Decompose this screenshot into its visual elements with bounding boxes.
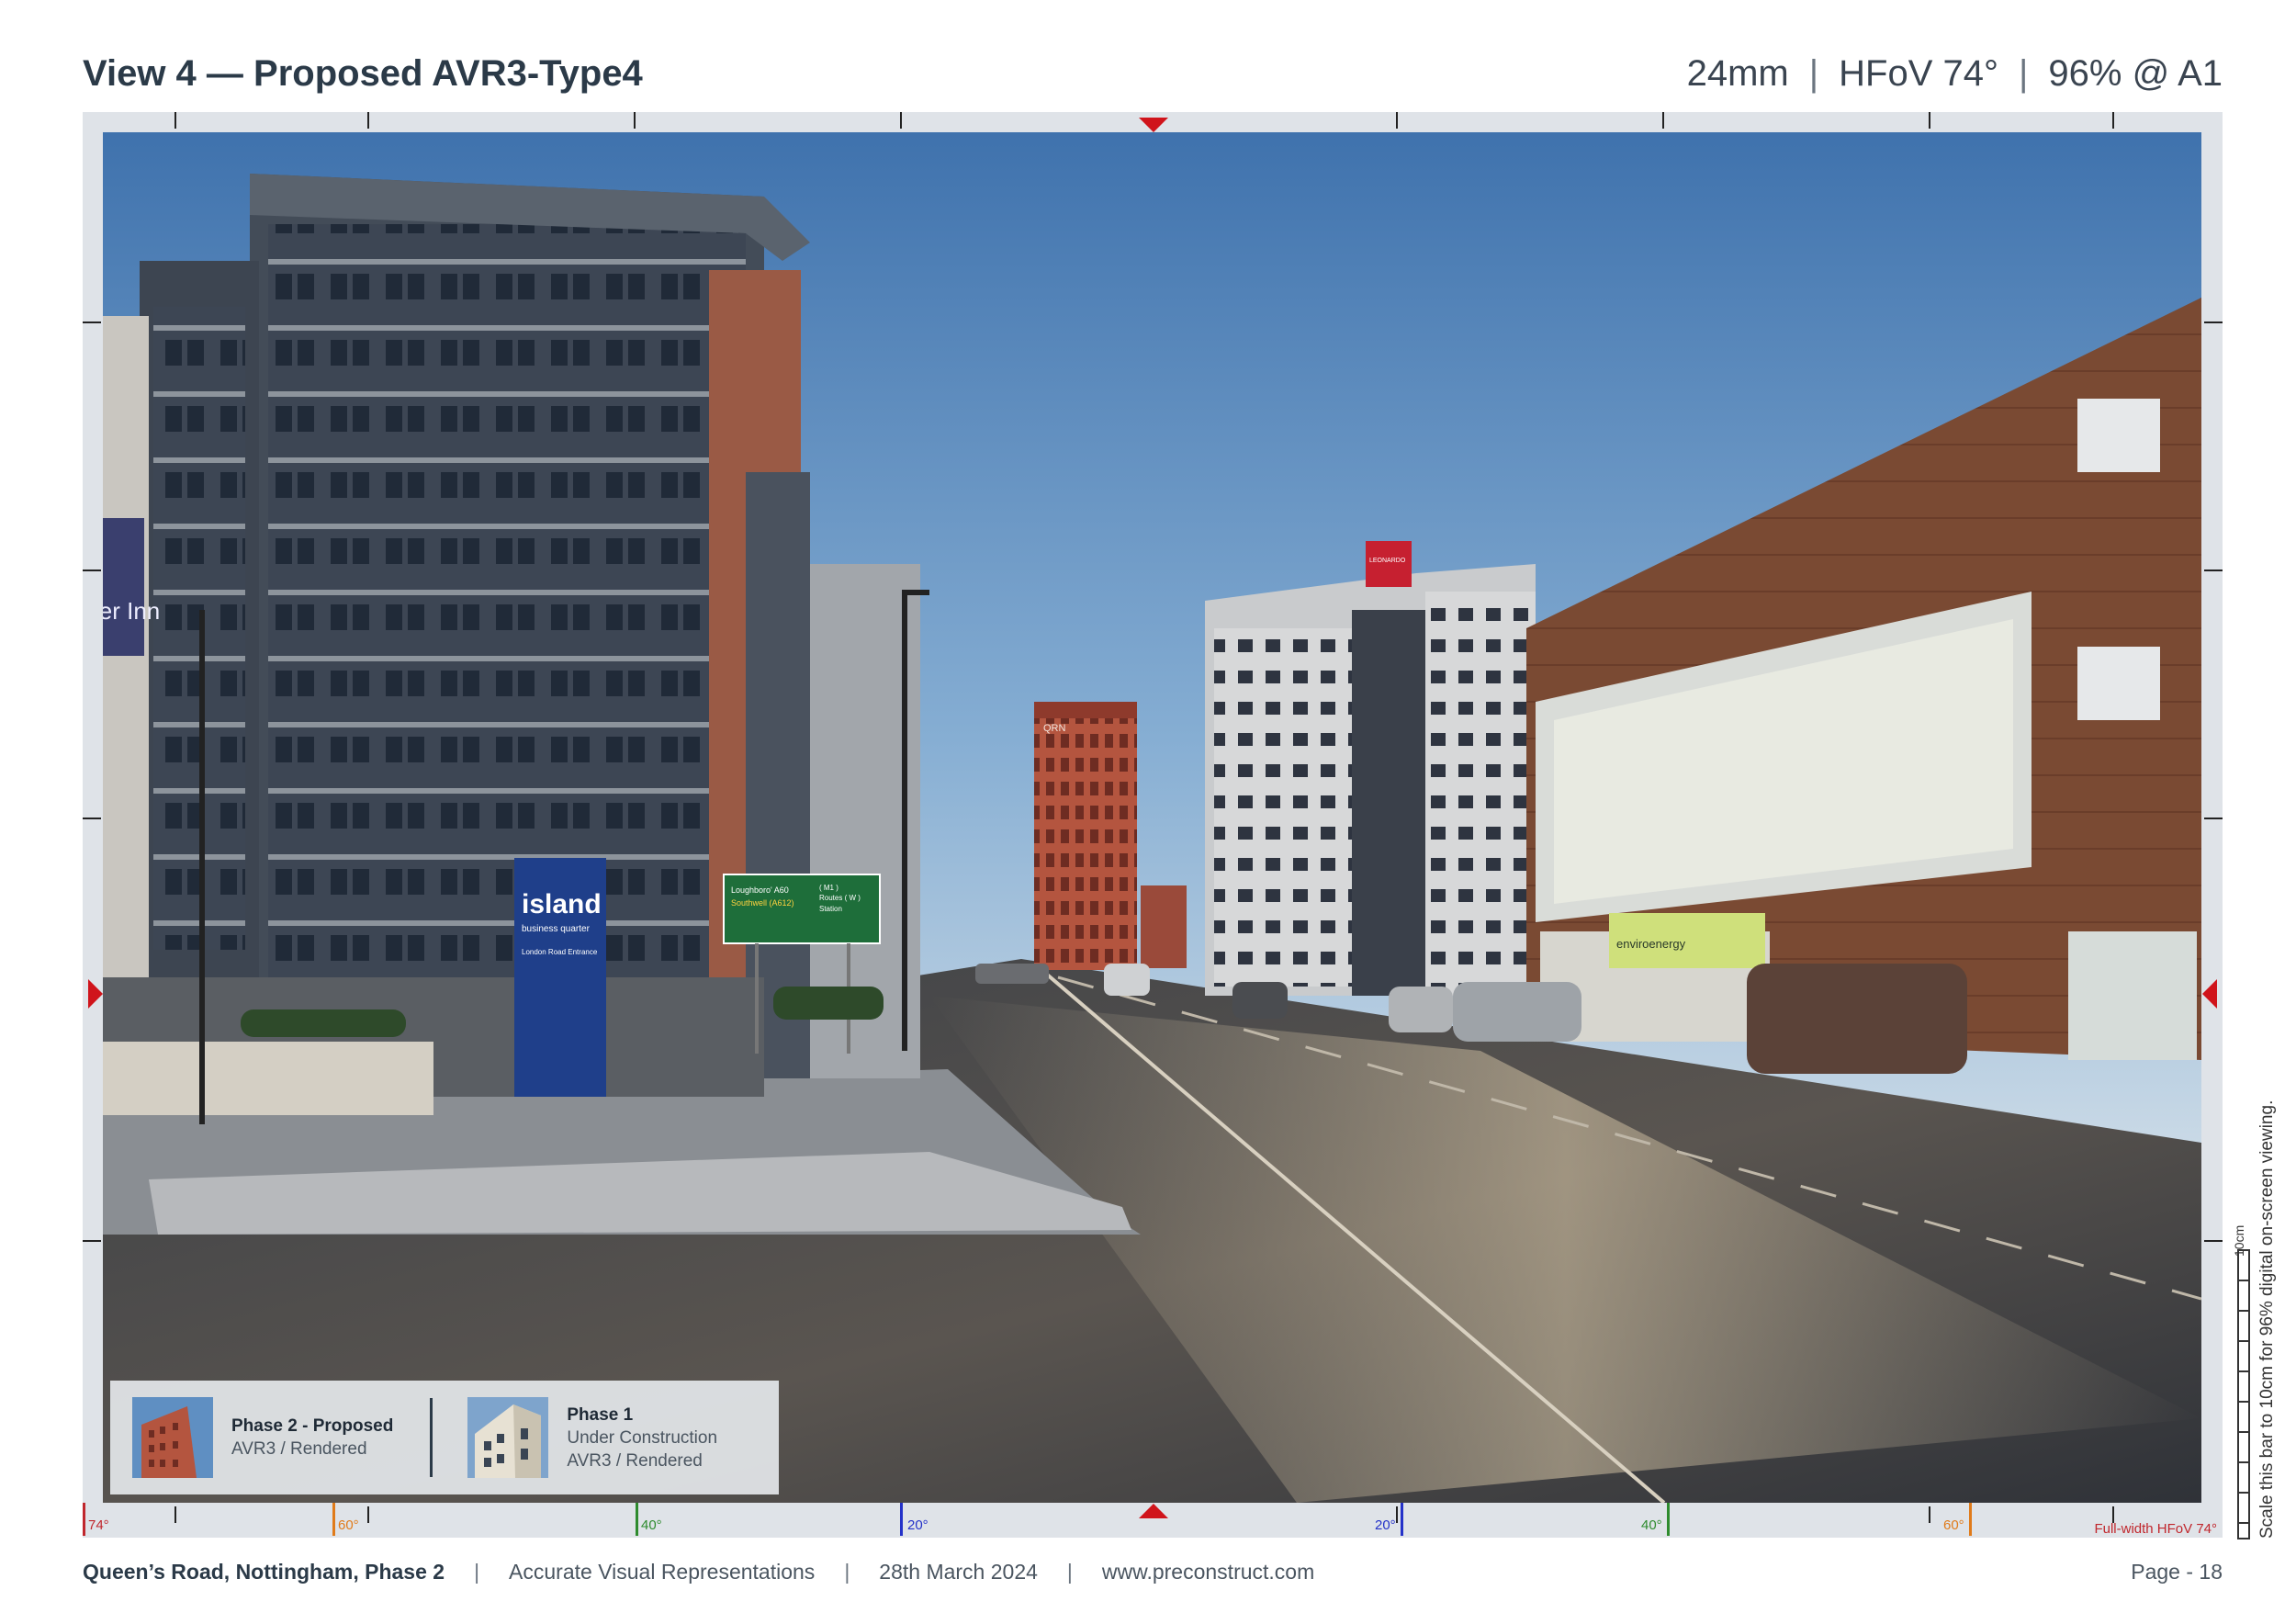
ruler-tick xyxy=(1662,112,1664,129)
deg-label-20-left: 20° xyxy=(907,1517,929,1533)
ruler-tick xyxy=(367,112,369,129)
leonardo-sign: LEONARDO xyxy=(1369,558,1406,564)
hfov-line-20-right xyxy=(1401,1503,1403,1536)
page-footer: Queen’s Road, Nottingham, Phase 2 | Accu… xyxy=(83,1560,2223,1585)
page-number: Page - 18 xyxy=(2131,1560,2223,1584)
phase1-thumbnail xyxy=(467,1397,549,1478)
island-sign-text: island xyxy=(522,889,602,919)
lens-value: 24mm xyxy=(1686,53,1789,94)
hfov-line-40-right xyxy=(1667,1503,1670,1536)
street-photo: ier Inn island business quarter London R… xyxy=(103,132,2201,1503)
hfov-line-60-right xyxy=(1969,1503,1972,1536)
scale-bar-10cm xyxy=(2237,1249,2250,1539)
legend-phase1-sub1: Under Construction xyxy=(567,1427,718,1448)
hfov-line-60-left xyxy=(332,1503,335,1536)
enviro-sign: enviroenergy xyxy=(1616,937,1686,951)
legend-item-phase2: Phase 2 - Proposed AVR3 / Rendered xyxy=(110,1397,393,1478)
ruler-tick xyxy=(83,1240,101,1242)
legend-phase2-sub: AVR3 / Rendered xyxy=(231,1439,367,1459)
ruler-tick xyxy=(1929,1506,1930,1523)
phase-legend: Phase 2 - Proposed AVR3 / Rendered Phase… xyxy=(110,1381,779,1494)
ruler-tick xyxy=(174,112,176,129)
page-title: View 4 — Proposed AVR3-Type4 xyxy=(83,53,643,94)
hfov-line-74 xyxy=(83,1503,85,1536)
center-marker-bottom xyxy=(1139,1504,1168,1518)
deg-label-40-left: 40° xyxy=(641,1517,662,1533)
ruler-tick xyxy=(83,321,101,323)
road-sign-line1: Loughboro' A60 xyxy=(731,885,789,895)
ruler-tick xyxy=(1396,1506,1398,1523)
deg-label-74: 74° xyxy=(88,1517,109,1533)
scale-bar-label: 10cm xyxy=(2232,1224,2246,1257)
ruler-tick xyxy=(83,570,101,571)
ruler-tick xyxy=(2204,1240,2223,1242)
ruler-tick xyxy=(2204,818,2223,819)
hfov-line-20-left xyxy=(900,1503,903,1536)
print-scale-value: 96% @ A1 xyxy=(2048,53,2223,94)
footer-date: 28th March 2024 xyxy=(879,1560,1038,1584)
tower-letters: QRN xyxy=(1043,723,1066,734)
ruler-tick xyxy=(83,818,101,819)
ruler-tick xyxy=(367,1506,369,1523)
ruler-tick xyxy=(1929,112,1930,129)
footer-doc-type: Accurate Visual Representations xyxy=(509,1560,816,1584)
hotel-sign-text: ier Inn xyxy=(103,597,160,625)
ruler-tick xyxy=(634,112,636,129)
hfov-line-40-left xyxy=(636,1503,638,1536)
ruler-tick xyxy=(1396,112,1398,129)
ruler-tick xyxy=(900,112,902,129)
hfov-full-width-label: Full-width HFoV 74° xyxy=(2094,1521,2217,1537)
footer-url[interactable]: www.preconstruct.com xyxy=(1102,1560,1314,1585)
deg-label-60-right: 60° xyxy=(1943,1517,1964,1533)
camera-specs: 24mm | HFoV 74° | 96% @ A1 xyxy=(1686,53,2223,94)
hfov-value: HFoV 74° xyxy=(1839,53,1998,94)
scale-instruction: Scale this bar to 10cm for 96% digital o… xyxy=(2257,1100,2277,1539)
legend-phase2-title: Phase 2 - Proposed xyxy=(231,1416,394,1436)
ruler-tick xyxy=(174,1506,176,1523)
ruler-tick xyxy=(2204,570,2223,571)
road-sign-line2: Southwell (A612) xyxy=(731,898,794,908)
footer-project: Queen’s Road, Nottingham, Phase 2 xyxy=(83,1560,445,1584)
horizon-marker-right xyxy=(2202,979,2217,1009)
deg-label-40-right: 40° xyxy=(1641,1517,1662,1533)
center-marker-top xyxy=(1139,118,1168,132)
phase2-thumbnail xyxy=(132,1397,213,1478)
horizon-marker-left xyxy=(88,979,103,1009)
deg-label-60-left: 60° xyxy=(338,1517,359,1533)
ruler-tick xyxy=(2204,321,2223,323)
deg-label-20-right: 20° xyxy=(1375,1517,1396,1533)
legend-divider xyxy=(430,1398,433,1477)
road-sign-line5: Station xyxy=(819,905,842,913)
legend-item-phase1: Phase 1 Under Construction AVR3 / Render… xyxy=(445,1397,717,1478)
ruler-tick xyxy=(2112,112,2114,129)
road-sign-line3: ( M1 ) xyxy=(819,884,838,892)
legend-phase1-sub2: AVR3 / Rendered xyxy=(567,1450,703,1471)
island-sign-entrance: London Road Entrance xyxy=(522,948,598,956)
island-sign-sub: business quarter xyxy=(522,924,591,934)
legend-phase1-title: Phase 1 xyxy=(567,1404,634,1425)
road-sign-line4: Routes ( W ) xyxy=(819,894,861,902)
